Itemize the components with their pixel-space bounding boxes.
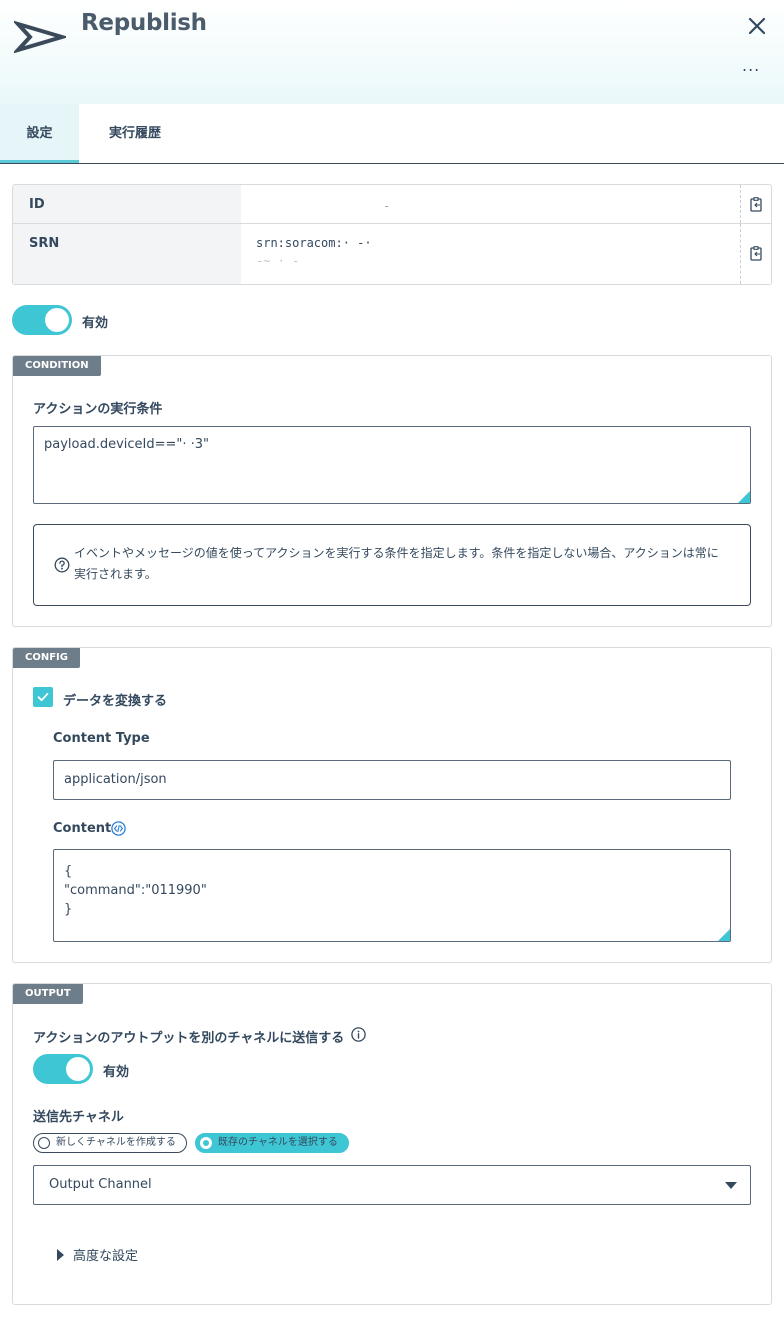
- content-line: {: [64, 864, 73, 879]
- enabled-toggle[interactable]: [12, 305, 72, 335]
- toggle-knob: [45, 308, 69, 332]
- srn-label: SRN: [13, 224, 241, 284]
- tab-bar: 設定 実行履歴: [0, 104, 784, 164]
- copy-icon: [750, 246, 762, 261]
- channel-select-value: Output Channel: [49, 1177, 152, 1192]
- advanced-settings-label: 高度な設定: [73, 1249, 139, 1264]
- radio-dot: [38, 1137, 50, 1149]
- radio-existing-channel[interactable]: 既存のチャネルを選択する: [195, 1133, 349, 1153]
- radio-new-channel-label: 新しくチャネルを作成する: [56, 1137, 176, 1148]
- republish-arrow-icon: [14, 20, 66, 54]
- caret-right-icon: [57, 1249, 64, 1261]
- identity-table: ID - SRN srn:soracom:· -· -~ · -: [12, 184, 772, 285]
- radio-existing-channel-label: 既存のチャネルを選択する: [218, 1137, 338, 1148]
- tab-settings[interactable]: 設定: [0, 104, 79, 163]
- output-toggle-label: 有効: [103, 1065, 130, 1080]
- id-label: ID: [13, 185, 241, 223]
- output-panel: OUTPUT アクションのアウトプットを別のチャネルに送信する 有効 送信先チャ…: [12, 983, 772, 1305]
- panel-header: Republish ...: [0, 0, 784, 104]
- output-badge: OUTPUT: [13, 984, 83, 1004]
- condition-badge: CONDITION: [13, 356, 101, 376]
- id-row: ID -: [13, 185, 771, 224]
- srn-value: srn:soracom:· -· -~ · -: [256, 236, 372, 268]
- condition-field-label: アクションの実行条件: [33, 402, 163, 417]
- question-circle-icon: [54, 557, 70, 573]
- transform-data-label: データを変換する: [63, 694, 168, 709]
- content-textarea[interactable]: { "command":"011990" }: [53, 849, 731, 942]
- channel-select[interactable]: Output Channel: [33, 1165, 751, 1205]
- condition-hint-text: イベントやメッセージの値を使ってアクションを実行する条件を指定します。条件を指定…: [74, 546, 719, 581]
- toggle-knob: [66, 1057, 90, 1081]
- srn-row: SRN srn:soracom:· -· -~ · -: [13, 224, 771, 284]
- content-type-input[interactable]: application/json: [53, 760, 731, 800]
- output-toggle[interactable]: [33, 1054, 93, 1084]
- transform-data-checkbox[interactable]: [33, 687, 53, 707]
- content-label: Content: [53, 821, 112, 836]
- condition-value: payload.deviceId=="· ·3": [44, 437, 210, 452]
- srn-value-line1: srn:soracom:· -·: [256, 236, 372, 250]
- copy-id-button[interactable]: [740, 185, 771, 223]
- srn-value-line2: -~ · -: [256, 254, 300, 268]
- condition-textarea[interactable]: payload.deviceId=="· ·3": [33, 426, 751, 504]
- condition-panel: CONDITION アクションの実行条件 payload.deviceId=="…: [12, 355, 772, 627]
- config-badge: CONFIG: [13, 648, 80, 668]
- send-output-label: アクションのアウトプットを別のチャネルに送信する: [33, 1031, 345, 1046]
- chevron-down-icon: [725, 1182, 737, 1189]
- code-icon[interactable]: [111, 821, 126, 836]
- id-value-text: -: [383, 199, 391, 213]
- resize-handle[interactable]: [718, 929, 730, 941]
- close-icon[interactable]: [746, 15, 768, 37]
- copy-srn-button[interactable]: [740, 224, 771, 284]
- condition-hint-box: イベントやメッセージの値を使ってアクションを実行する条件を指定します。条件を指定…: [33, 524, 751, 606]
- content-type-label: Content Type: [53, 731, 150, 746]
- content-line: "command":"011990": [64, 883, 207, 898]
- enabled-toggle-label: 有効: [82, 316, 109, 331]
- id-value: -: [383, 199, 390, 213]
- more-options-button[interactable]: ...: [742, 56, 760, 75]
- page-title: Republish: [81, 10, 207, 36]
- channel-label: 送信先チャネル: [33, 1110, 124, 1125]
- copy-icon: [750, 197, 762, 212]
- advanced-settings-toggle[interactable]: 高度な設定: [57, 1245, 138, 1264]
- info-icon[interactable]: [351, 1027, 366, 1042]
- config-panel: CONFIG データを変換する Content Type application…: [12, 647, 772, 963]
- radio-dot: [200, 1137, 212, 1149]
- content-line: }: [64, 902, 73, 917]
- radio-new-channel[interactable]: 新しくチャネルを作成する: [33, 1133, 187, 1153]
- content-type-value: application/json: [64, 772, 167, 787]
- resize-handle[interactable]: [738, 491, 750, 503]
- tab-execution-history[interactable]: 実行履歴: [79, 104, 191, 163]
- check-icon: [37, 692, 49, 702]
